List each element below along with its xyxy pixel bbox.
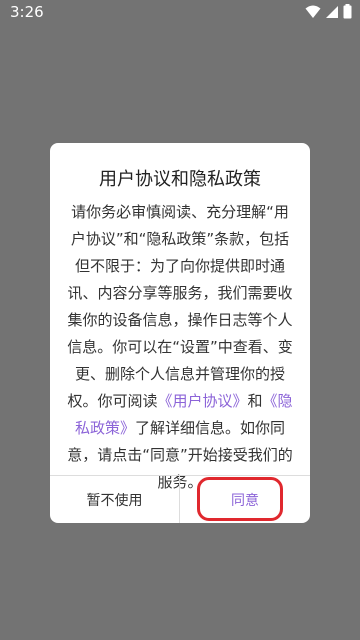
user-agreement-link[interactable]: 《用户协议》 — [157, 392, 247, 410]
status-time: 3:26 — [10, 3, 44, 21]
battery-icon — [343, 4, 352, 19]
user-agreement-dialog: 用户协议和隐私政策 请你务必审慎阅读、充分理解“用户协议”和“隐私政策”条款，包… — [50, 143, 310, 523]
dialog-body: 请你务必审慎阅读、充分理解“用户协议”和“隐私政策”条款，包括但不限于：为了向你… — [66, 199, 294, 496]
body-text-part1: 请你务必审慎阅读、充分理解“用户协议”和“隐私政策”条款，包括但不限于：为了向你… — [67, 203, 293, 410]
highlight-ring — [197, 477, 283, 521]
status-bar: 3:26 — [0, 0, 360, 24]
dialog-title: 用户协议和隐私政策 — [99, 169, 261, 190]
decline-button[interactable]: 暂不使用 — [50, 476, 179, 523]
status-icons — [305, 4, 352, 19]
body-text-and: 和 — [247, 392, 263, 410]
signal-icon — [326, 5, 338, 18]
wifi-icon — [305, 5, 321, 18]
